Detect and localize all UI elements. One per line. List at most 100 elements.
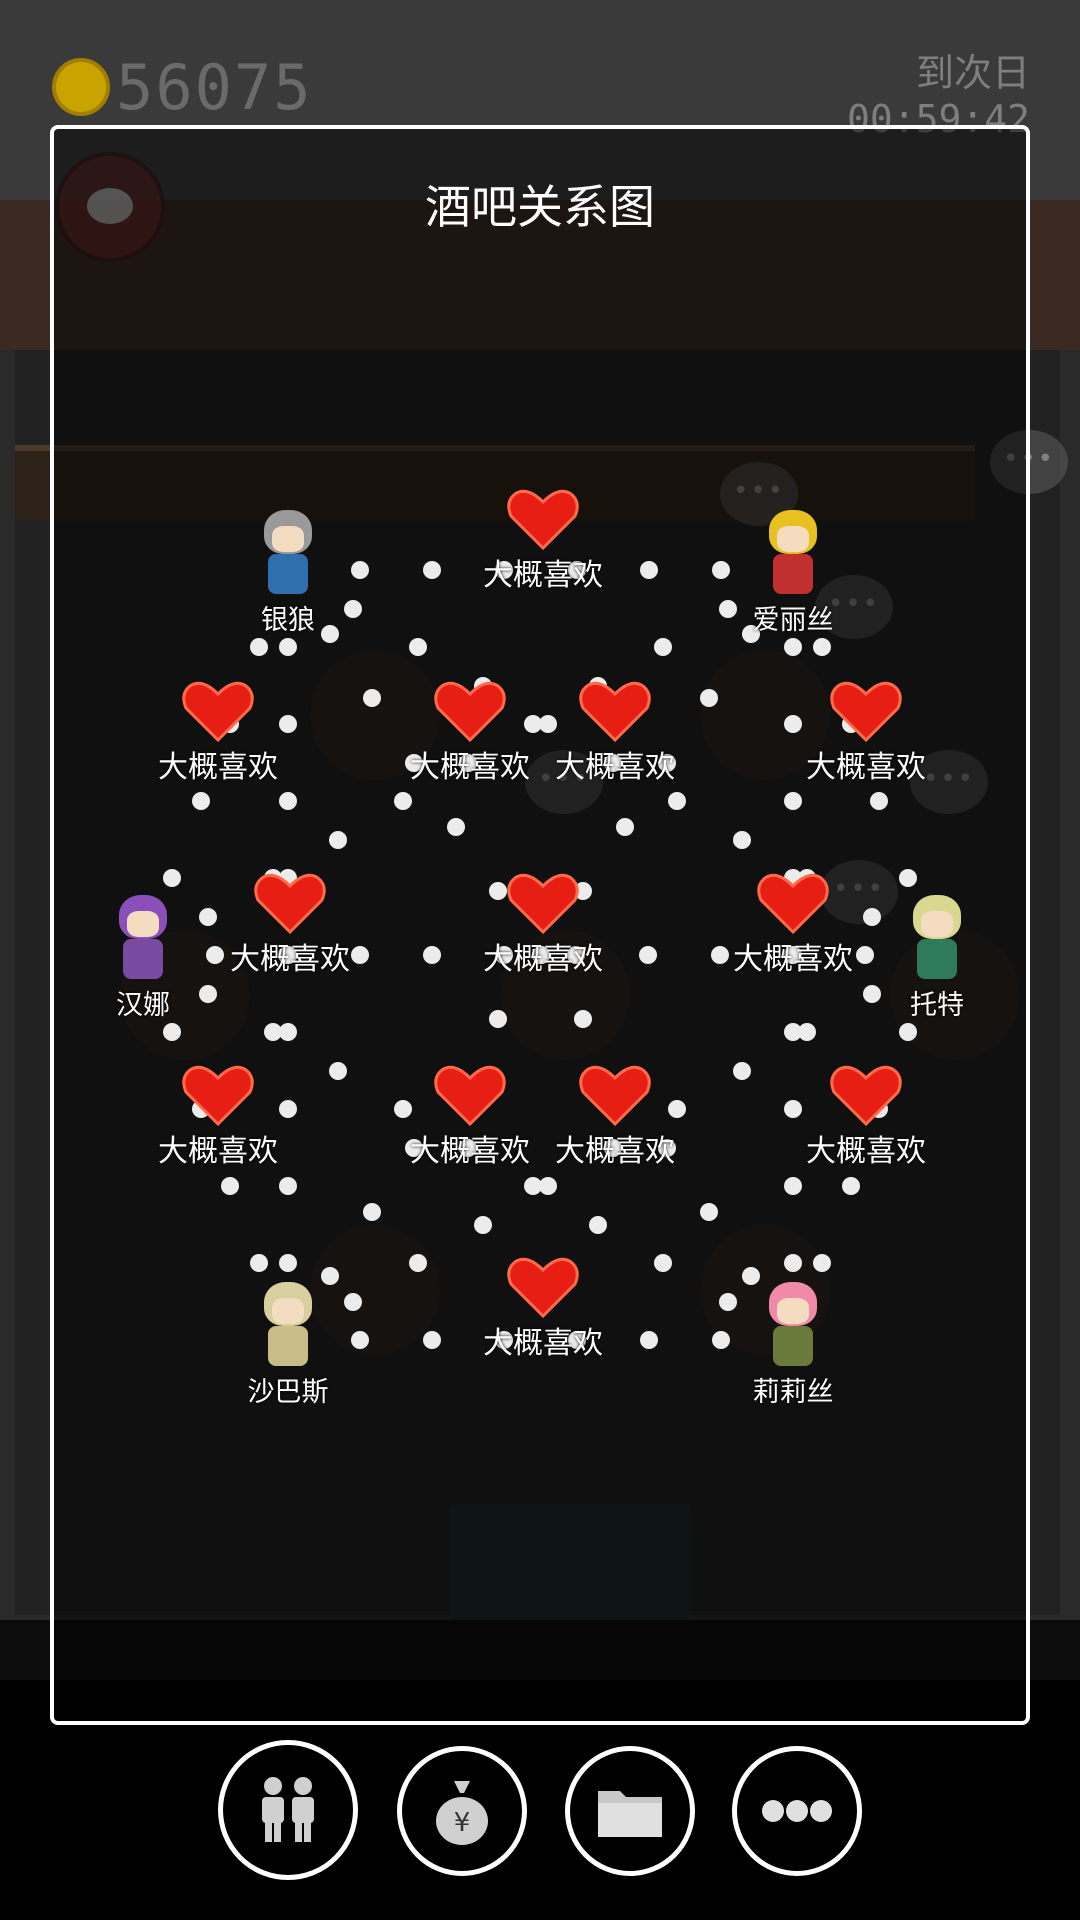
character-sprite xyxy=(256,1282,320,1370)
relation-dot xyxy=(719,1292,737,1311)
relation-label: 大概喜欢 xyxy=(483,558,603,593)
heart-icon xyxy=(579,1065,651,1126)
relation-dot xyxy=(343,1292,362,1311)
character-sprite xyxy=(905,895,969,983)
bottom-toolbar: ¥ xyxy=(0,1740,1080,1880)
relation-dot xyxy=(899,1023,918,1041)
relation-dot xyxy=(489,881,508,900)
relation-dot xyxy=(699,689,718,708)
relation-dot xyxy=(798,1023,817,1041)
heart-icon xyxy=(507,489,579,550)
money-button[interactable]: ¥ xyxy=(397,1746,527,1876)
relation-dot xyxy=(573,1010,592,1029)
character-sprite xyxy=(761,1282,825,1370)
relation-dot xyxy=(668,792,687,810)
relation-dot xyxy=(279,715,297,733)
relation-label: 大概喜欢 xyxy=(410,750,530,785)
relation-label: 大概喜欢 xyxy=(555,1134,675,1169)
relation-dot xyxy=(423,1331,442,1349)
relation-label: 大概喜欢 xyxy=(555,750,675,785)
relation-dot xyxy=(654,638,672,656)
relation-dot xyxy=(589,1215,607,1234)
character-sprite xyxy=(111,895,175,983)
relation-label: 大概喜欢 xyxy=(806,1134,926,1169)
relation-label: 大概喜欢 xyxy=(230,942,350,977)
character-sprite xyxy=(761,510,825,598)
heart-icon xyxy=(434,681,506,742)
relation-dot xyxy=(351,561,370,579)
coin-counter: 56075 xyxy=(52,50,313,124)
relation-dot xyxy=(473,1215,492,1234)
relation-dot xyxy=(199,907,217,926)
relation-dot xyxy=(733,830,752,849)
relation-dot xyxy=(264,1023,282,1041)
timer-label: 到次日 xyxy=(915,51,1030,95)
relation-dot xyxy=(812,638,831,656)
two-people-icon xyxy=(262,1777,314,1842)
heart-icon xyxy=(434,1065,506,1126)
relation-dot xyxy=(423,561,442,579)
relation-dot xyxy=(351,1331,370,1349)
relation-dot xyxy=(250,638,268,656)
relation-label: 大概喜欢 xyxy=(158,750,278,785)
heart-icon xyxy=(830,681,902,742)
relation-label: 大概喜欢 xyxy=(483,942,603,977)
heart-icon xyxy=(830,1065,902,1126)
more-dots-icon xyxy=(762,1800,832,1822)
relation-dot xyxy=(329,1061,347,1080)
relation-dot xyxy=(192,792,210,810)
relation-dot xyxy=(668,1100,687,1118)
coin-icon xyxy=(52,58,110,116)
relation-label: 大概喜欢 xyxy=(158,1134,278,1169)
relation-label: 大概喜欢 xyxy=(410,1134,530,1169)
relation-dot xyxy=(279,638,297,656)
character-name: 托特 xyxy=(910,990,964,1021)
relation-dot xyxy=(639,1331,658,1349)
relation-dot xyxy=(489,1010,508,1029)
relation-dot xyxy=(784,715,802,733)
coin-amount: 56075 xyxy=(116,50,313,124)
relation-dot xyxy=(654,1254,672,1272)
relation-dot xyxy=(524,715,542,733)
relation-dot xyxy=(250,1254,268,1272)
heart-icon xyxy=(507,873,579,934)
character-name: 沙巴斯 xyxy=(247,1377,329,1408)
heart-icon xyxy=(507,1257,579,1318)
character-sprite xyxy=(256,510,320,598)
relation-dot xyxy=(615,817,634,836)
relation-dot xyxy=(422,946,441,964)
heart-icon xyxy=(579,681,651,742)
relation-dot xyxy=(784,1254,802,1272)
relation-dot xyxy=(699,1202,718,1221)
relation-dot xyxy=(538,1177,557,1195)
relation-dot xyxy=(447,817,466,836)
relations-button[interactable] xyxy=(218,1740,358,1880)
relation-dot xyxy=(279,792,297,810)
relation-dot xyxy=(711,1331,730,1349)
relation-dot xyxy=(639,946,658,964)
relation-dot xyxy=(279,1254,297,1272)
dialog-title: 酒吧关系图 xyxy=(425,180,655,234)
relation-dot xyxy=(329,830,347,849)
relation-dot xyxy=(279,1177,297,1195)
relation-dot xyxy=(812,1254,831,1272)
more-button[interactable] xyxy=(732,1746,862,1876)
relation-dot xyxy=(784,792,802,810)
relation-dot xyxy=(784,1177,802,1195)
relation-dot xyxy=(733,1061,752,1080)
relation-dot xyxy=(784,1100,802,1118)
relation-dot xyxy=(899,869,918,887)
relation-dot xyxy=(408,1254,427,1272)
folder-button[interactable] xyxy=(565,1746,695,1876)
relation-dot xyxy=(841,1177,860,1195)
relation-dot xyxy=(163,869,181,887)
heart-icon xyxy=(182,681,254,742)
relation-label: 大概喜欢 xyxy=(483,1326,603,1361)
relation-dot xyxy=(363,689,382,708)
character-name: 莉莉丝 xyxy=(752,1377,834,1408)
relation-dot xyxy=(784,638,802,656)
relation-label: 大概喜欢 xyxy=(733,942,853,977)
relation-dot xyxy=(221,1177,239,1195)
heart-icon xyxy=(757,873,829,934)
heart-icon xyxy=(182,1065,254,1126)
